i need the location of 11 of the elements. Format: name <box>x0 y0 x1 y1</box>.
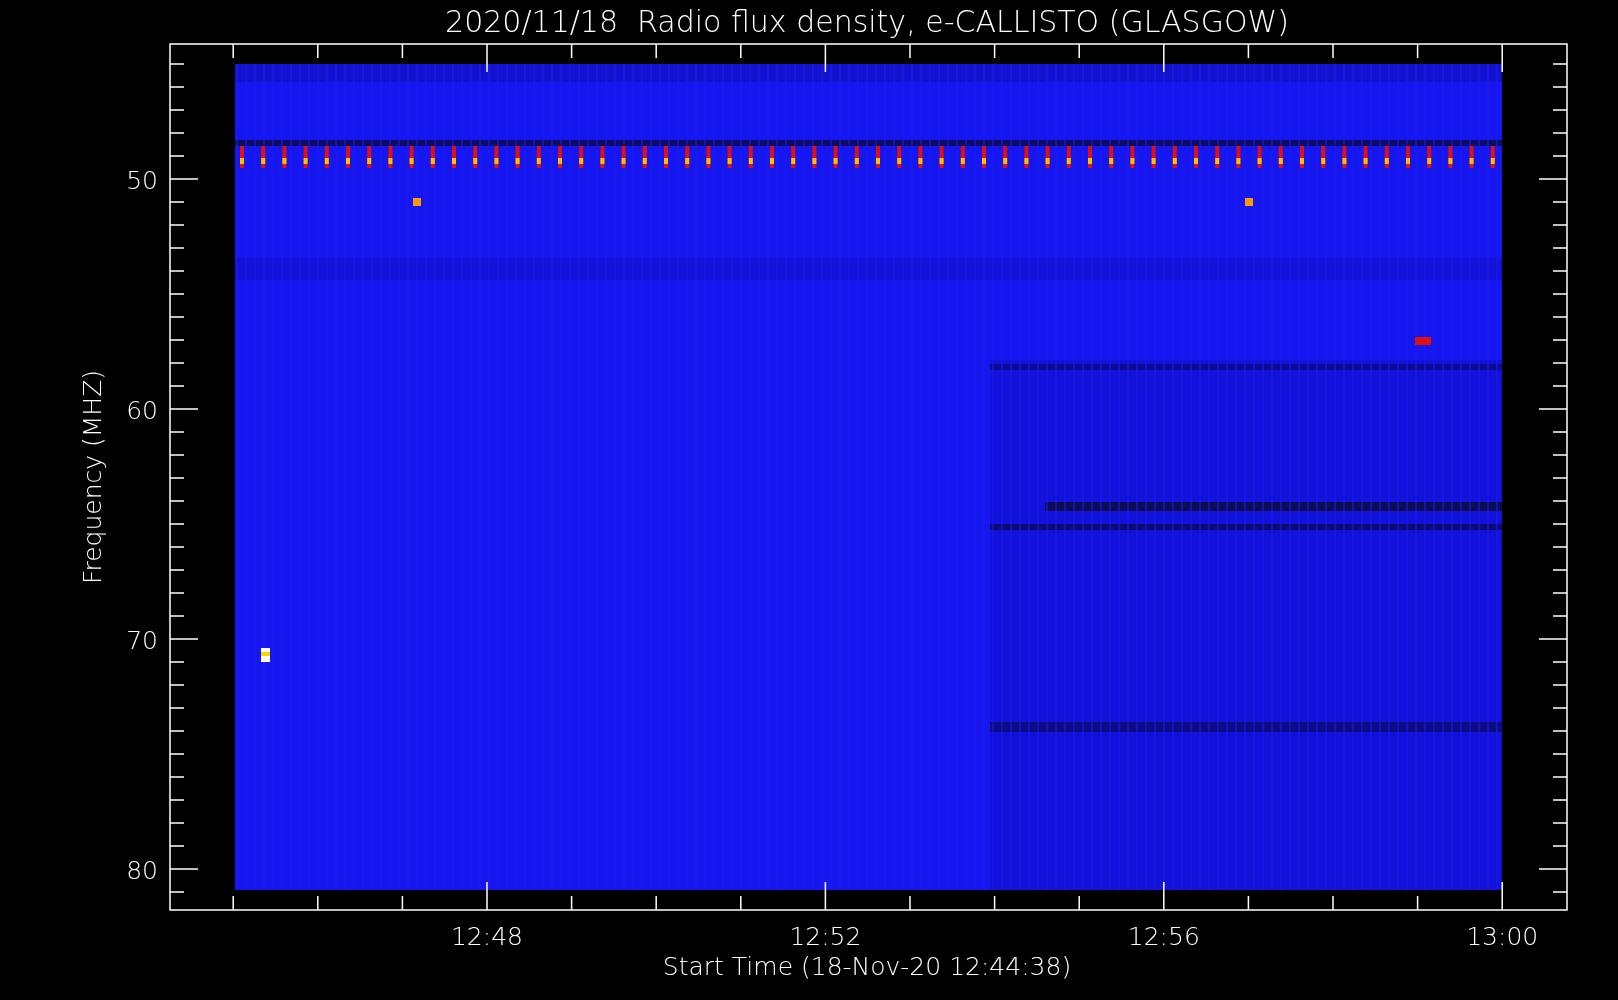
y-tick-label: 50 <box>126 166 158 195</box>
y-tick-label: 60 <box>126 396 158 425</box>
y-axis-label: Frequency (MHZ) <box>78 369 107 585</box>
x-tick-label: 12:48 <box>451 922 523 951</box>
chart-title: 2020/11/18 Radio flux density, e-CALLISTO (GLASGOW) <box>445 4 1289 39</box>
x-axis-label: Start Time (18-Nov-20 12:44:38) <box>662 952 1072 981</box>
x-tick-label: 12:52 <box>789 922 862 951</box>
x-tick-label: 13:00 <box>1466 922 1539 951</box>
y-tick-label: 70 <box>126 626 158 655</box>
y-tick-label: 80 <box>126 856 158 885</box>
x-tick-label: 12:56 <box>1127 922 1200 951</box>
